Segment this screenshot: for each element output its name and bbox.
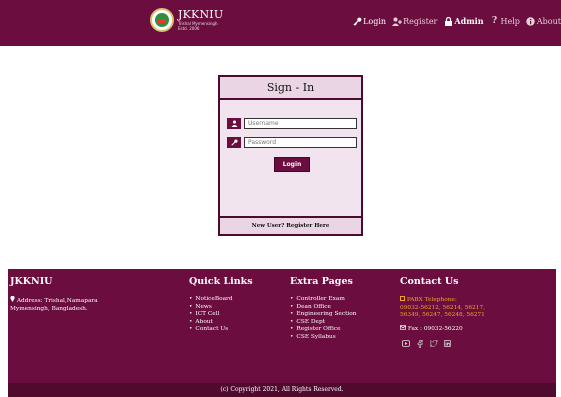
brand-name: JKKNIU [178,8,224,21]
extra-link-controller-exam[interactable]: Controller Exam [290,296,380,304]
footer: JKKNIU Address: Trishal,Namapara Mymensi… [8,269,556,397]
linkedin-icon[interactable] [442,339,453,348]
nav-register-label: Register [403,16,438,26]
nav-admin-label: Admin [454,16,484,26]
footer-col-extra-pages: Extra Pages Controller Exam Dean Office … [290,269,380,342]
nav-help-label: Help [500,16,520,26]
lock-icon [443,16,453,26]
location-icon [10,295,17,304]
password-input[interactable] [244,137,357,148]
extra-link-engineering[interactable]: Engineering Section [290,311,380,319]
nav-register[interactable]: Register [392,17,437,26]
user-icon [227,118,241,129]
brand[interactable]: JKKNIU Trishal Mymensingh Estd. 2006 [150,8,223,32]
top-nav: Login Register Admin ? Help About [346,16,561,26]
extra-link-cse-dept[interactable]: CSE Dept [290,319,380,327]
quick-link-ict-cell[interactable]: ICT Cell [189,311,259,319]
extra-link-dean-office[interactable]: Dean Office [290,304,380,312]
university-logo [150,8,174,32]
password-field [227,137,357,148]
nav-about[interactable]: About [526,17,561,26]
fax-row: Fax : 09032-56220 [400,325,550,334]
extra-link-register-office[interactable]: Register Office [290,326,380,334]
twitter-icon[interactable] [428,339,439,348]
key-icon [227,137,241,148]
youtube-icon[interactable] [400,339,411,348]
copyright: (c) Copyright 2021, All Rights Reserved. [8,383,556,397]
pabx-numbers-1: 09032-56212, 56214, 56217, [400,304,485,311]
facebook-icon[interactable] [414,339,425,348]
footer-col-quick-links: Quick Links NoticeBoard News ICT Cell Ab… [189,269,259,334]
register-link[interactable]: New User? Register Here [220,216,361,234]
social-links [400,339,550,348]
quick-links-title: Quick Links [189,276,253,287]
signin-title: Sign - In [220,77,361,100]
footer-col-university: JKKNIU Address: Trishal,Namapara Mymensi… [10,269,102,313]
username-input[interactable] [244,118,357,129]
pabx-label: PABX Telephone: [406,297,457,303]
phone-icon [400,296,407,303]
extra-pages-title: Extra Pages [290,276,353,287]
footer-university-title: JKKNIU [10,276,53,287]
fax-number: Fax : 09032-56220 [407,325,463,332]
pabx-numbers-2: 56349, 56247, 56248, 56271 [400,312,485,319]
footer-address-line1: Address: Trishal,Namapara [16,298,98,304]
question-icon: ? [491,16,498,26]
header-bar: JKKNIU Trishal Mymensingh Estd. 2006 Log… [0,0,561,46]
footer-address-1: Address: Trishal,Namapara [10,295,102,306]
nav-about-label: About [536,16,561,26]
quick-link-about[interactable]: About [189,319,259,327]
quick-link-news[interactable]: News [189,304,259,312]
brand-established: Estd. 2006 [178,26,200,31]
nav-help[interactable]: ? Help [490,16,520,26]
footer-col-contact: Contact Us PABX Telephone: 09032-56212, … [400,269,550,348]
username-field [227,118,357,129]
add-user-icon [392,17,403,26]
quick-link-contact[interactable]: Contact Us [189,326,259,334]
key-icon [352,17,362,26]
info-icon [526,16,536,26]
pabx-row: PABX Telephone: [400,296,550,305]
quick-link-noticeboard[interactable]: NoticeBoard [189,296,259,304]
envelope-icon [400,325,408,332]
nav-login[interactable]: Login [352,17,386,26]
signin-card: Sign - In Login New User? Register Here [218,75,363,236]
extra-link-cse-syllabus[interactable]: CSE Syllabus [290,334,380,342]
nav-login-label: Login [363,16,387,26]
login-button[interactable]: Login [274,157,310,172]
footer-address-line2: Mymensingh, Bangladesh. [10,305,88,312]
nav-admin[interactable]: Admin [443,16,484,26]
contact-title: Contact Us [400,276,459,287]
